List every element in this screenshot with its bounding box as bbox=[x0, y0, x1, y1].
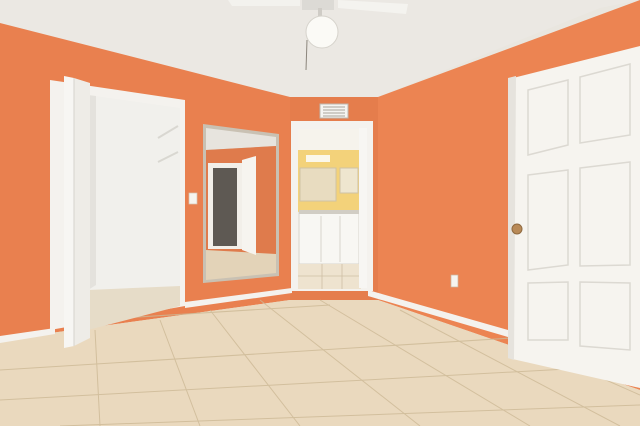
hvac-vent-icon bbox=[319, 103, 349, 119]
bedroom-photo bbox=[0, 0, 640, 426]
bathroom-doorway[interactable] bbox=[291, 121, 373, 291]
room-scene bbox=[0, 0, 640, 426]
bedroom-door[interactable] bbox=[508, 46, 640, 388]
bathroom-vanity bbox=[298, 211, 360, 265]
wall-mirror bbox=[203, 124, 279, 283]
outlet-icon bbox=[450, 274, 459, 288]
door-knob-icon[interactable] bbox=[511, 223, 523, 235]
vanity-light-icon bbox=[306, 155, 330, 162]
bifold-closet-door[interactable] bbox=[64, 76, 90, 348]
light-switch-icon[interactable] bbox=[188, 192, 198, 205]
bathroom-mirror bbox=[299, 167, 337, 202]
